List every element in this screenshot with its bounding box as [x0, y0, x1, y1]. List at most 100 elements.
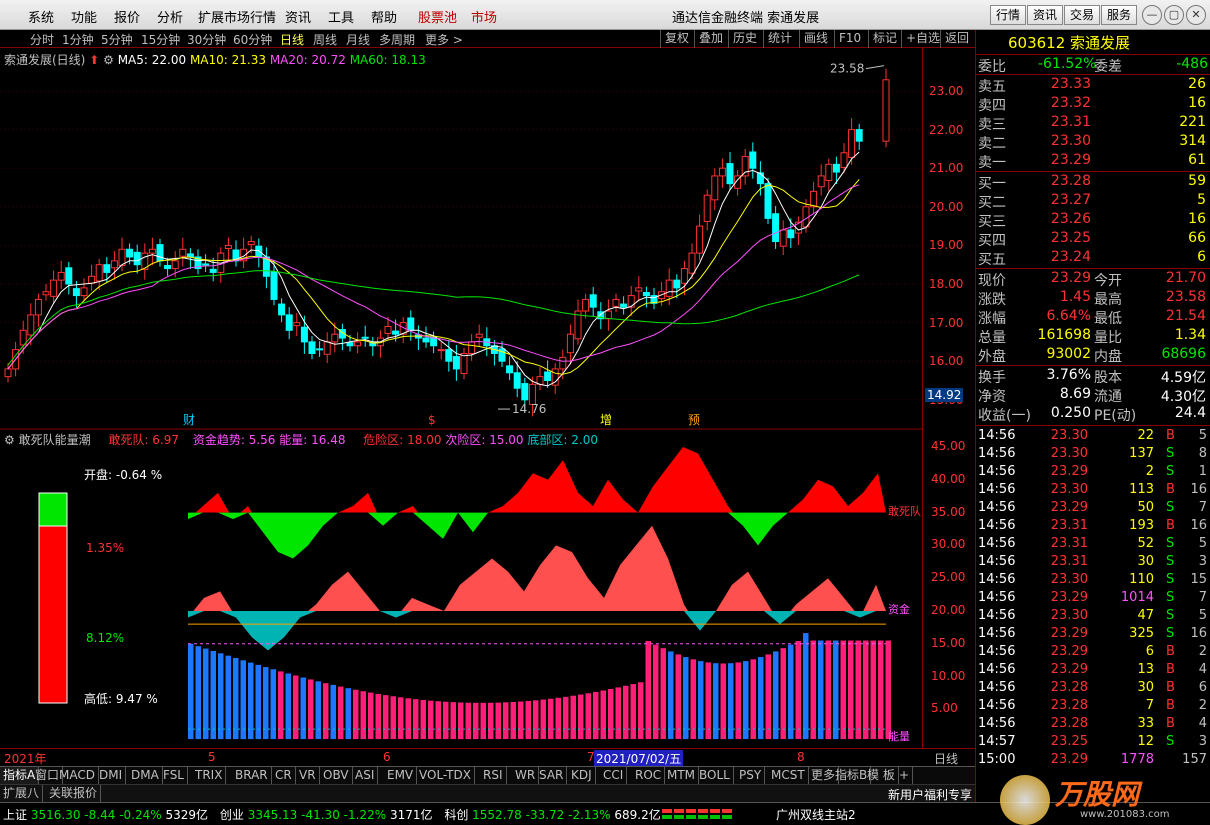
related-quote-tab[interactable]: 关联报价 [46, 785, 102, 802]
sub-tick: 10.00 [931, 668, 966, 683]
period-label[interactable]: 日线 [934, 750, 958, 767]
indicator-tab[interactable]: VOL-TDX [416, 767, 475, 784]
tick-side: B [1166, 698, 1175, 713]
tick-price: 23.30 [1050, 572, 1088, 587]
candle [718, 158, 726, 188]
candle-body [202, 263, 210, 266]
indicator-tab[interactable]: BRAR [232, 767, 272, 784]
tick-time: 14:56 [978, 716, 1016, 731]
tf-60min[interactable]: 60分钟 [233, 31, 272, 48]
menu-ext-market[interactable]: 扩展市场行情 [198, 7, 276, 26]
tick-time: 14:56 [978, 482, 1016, 497]
indicator-tab[interactable]: PSY [736, 767, 766, 784]
tf-15min[interactable]: 15分钟 [141, 31, 180, 48]
stock-title: 索通发展(日线) [4, 53, 86, 67]
sub-tick: 20.00 [931, 603, 966, 617]
new-user-ad[interactable]: 新用户福利专享 [888, 786, 972, 803]
candle [34, 293, 42, 327]
btn-news[interactable]: 资讯 [1027, 5, 1064, 25]
indicator-tab[interactable]: TRIX [192, 767, 227, 784]
indicator-tab[interactable]: SAR [536, 767, 568, 784]
pct-lower: 8.12% [86, 631, 125, 645]
tick-count: 16 [1190, 626, 1207, 641]
bid-volume: 16 [1188, 211, 1206, 227]
settings-icon[interactable]: ⚙ [4, 433, 15, 447]
indicator-tab[interactable]: KDJ [568, 767, 596, 784]
indicator-tab[interactable]: DMA [128, 767, 163, 784]
btn-history[interactable]: 历史 [728, 30, 761, 48]
indicator-tab[interactable]: FSL [160, 767, 188, 784]
candle [376, 330, 384, 358]
menu-market[interactable]: 市场 [471, 7, 497, 26]
btn-service[interactable]: 服务 [1101, 5, 1138, 25]
candle-body [468, 341, 476, 354]
btn-back[interactable]: 返回 [940, 30, 973, 48]
indicator-tab[interactable]: OBV [320, 767, 353, 784]
ext-eight-tab[interactable]: 扩展八 [0, 785, 44, 802]
tf-monthly[interactable]: 月线 [346, 31, 370, 48]
kline-chart[interactable]: 23.58 14.76 财 $ 增 预 [0, 48, 922, 430]
btn-stats[interactable]: 统计 [763, 30, 796, 48]
stat2-label: 净资 [978, 389, 1006, 405]
candle-body [566, 333, 574, 354]
indicator-tab[interactable]: BOLL [696, 767, 734, 784]
server-site[interactable]: 广州双线主站2 [776, 806, 856, 823]
bid-price: 23.28 [1050, 173, 1091, 189]
btn-overlay[interactable]: 叠加 [694, 30, 727, 48]
btn-market[interactable]: 行情 [990, 5, 1027, 25]
candle [316, 341, 324, 357]
energy-bar [660, 648, 666, 740]
menu-analysis[interactable]: 分析 [157, 7, 183, 26]
indicator-title: 敢死队能量潮 [18, 433, 91, 447]
menu-news[interactable]: 资讯 [285, 7, 311, 26]
candle-body [72, 288, 80, 297]
tf-multi[interactable]: 多周期 [379, 31, 415, 48]
menu-tools[interactable]: 工具 [328, 7, 354, 26]
indicator-tab[interactable]: MACD [56, 767, 99, 784]
btn-draw[interactable]: 画线 [799, 30, 832, 48]
indicator-tab[interactable]: DMI [96, 767, 127, 784]
tick-side: B [1166, 644, 1175, 659]
candle-body [475, 333, 483, 338]
settings-icon[interactable]: ⚙ [103, 53, 114, 67]
tf-30min[interactable]: 30分钟 [187, 31, 226, 48]
indicator-tab[interactable]: CR [272, 767, 296, 784]
indicator-tab[interactable]: + [896, 767, 914, 784]
stat-value: 6.64% [1046, 308, 1091, 324]
indicator-tab[interactable]: RSI [480, 767, 507, 784]
menu-stock-pool[interactable]: 股票池 [418, 7, 457, 26]
btn-adjust[interactable]: 复权 [660, 30, 693, 48]
minimize-icon[interactable]: — [1142, 5, 1162, 25]
candle [65, 261, 73, 295]
close-icon[interactable]: ✕ [1186, 5, 1206, 25]
tf-1min[interactable]: 1分钟 [62, 31, 94, 48]
tf-5min[interactable]: 5分钟 [101, 31, 133, 48]
tick-time: 14:56 [978, 518, 1016, 533]
cy-amount: 3171亿 [389, 808, 433, 822]
indicator-tab[interactable]: EMV [384, 767, 418, 784]
indicator-tab[interactable]: MCST [768, 767, 809, 784]
btn-mark[interactable]: 标记 [868, 30, 901, 48]
menu-function[interactable]: 功能 [71, 7, 97, 26]
energy-bar [188, 643, 194, 740]
tf-daily[interactable]: 日线 [280, 31, 304, 48]
tf-intraday[interactable]: 分时 [30, 31, 54, 48]
indicator-tab[interactable]: ROC [632, 767, 666, 784]
indicator-tab[interactable]: CCI [600, 767, 628, 784]
candle-body [764, 183, 772, 219]
btn-trade[interactable]: 交易 [1064, 5, 1101, 25]
tf-weekly[interactable]: 周线 [313, 31, 337, 48]
price-tick: 22.00 [929, 122, 964, 137]
menu-system[interactable]: 系统 [28, 7, 54, 26]
menu-quote[interactable]: 报价 [114, 7, 140, 26]
energy-bar [870, 640, 876, 740]
maximize-icon[interactable]: ▢ [1164, 5, 1184, 25]
tf-more[interactable]: 更多 > [425, 31, 463, 48]
btn-f10[interactable]: F10 [834, 30, 865, 48]
indicator-tab[interactable]: 模 板 [864, 767, 899, 784]
indicator-tab[interactable]: ASI [352, 767, 379, 784]
menu-help[interactable]: 帮助 [371, 7, 397, 26]
btn-add-watch[interactable]: +自选 [901, 30, 944, 48]
indicator-tab[interactable]: MTM [664, 767, 700, 784]
indicator-tab[interactable]: VR [296, 767, 320, 784]
